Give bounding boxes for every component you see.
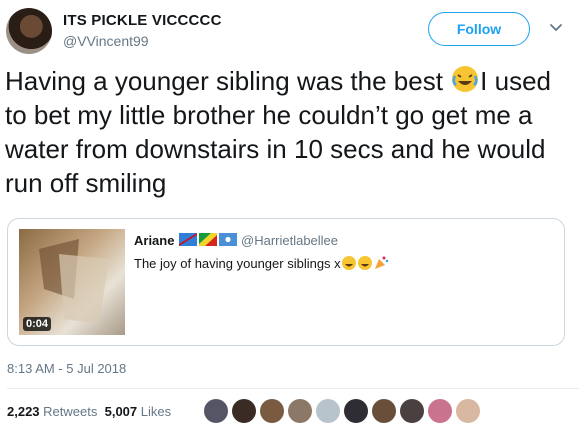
liker-avatar[interactable] <box>400 399 424 423</box>
quoted-text-content: The joy of having younger siblings x <box>134 256 341 271</box>
tweet-text: Having a younger sibling was the best I … <box>5 64 575 200</box>
liker-avatars <box>204 399 480 423</box>
author-display-name[interactable]: ITS PICKLE VICCCCC <box>63 12 222 29</box>
laughing-emoji-icon <box>357 256 372 270</box>
quoted-display-name[interactable]: Ariane <box>134 233 174 248</box>
video-duration: 0:04 <box>23 317 52 331</box>
liker-avatar[interactable] <box>260 399 284 423</box>
quoted-handle[interactable]: @Harrietlabellee <box>241 233 338 248</box>
liker-avatar[interactable] <box>316 399 340 423</box>
likes-count[interactable]: 5,007 <box>105 404 138 419</box>
laughing-emoji-icon <box>341 256 356 270</box>
author-avatar[interactable] <box>6 8 52 54</box>
engagement-stats: 2,223 Retweets 5,007 Likes <box>7 404 171 419</box>
quoted-tweet-text: The joy of having younger siblings x <box>134 255 389 271</box>
chevron-down-icon[interactable] <box>549 21 563 35</box>
laughing-emoji-icon <box>452 66 479 92</box>
tweet-text-part: Having a younger sibling was the best <box>5 66 451 96</box>
author-handle[interactable]: @VVincent99 <box>63 33 149 49</box>
retweets-label[interactable]: Retweets <box>43 404 97 419</box>
quoted-tweet-card[interactable]: 0:04 Ariane @Harrietlabellee The joy of … <box>7 218 565 346</box>
liker-avatar[interactable] <box>372 399 396 423</box>
flag-congo-dr-icon <box>179 233 197 246</box>
flag-icons <box>179 233 237 246</box>
flag-congo-icon <box>199 233 217 246</box>
liker-avatar[interactable] <box>456 399 480 423</box>
retweets-count[interactable]: 2,223 <box>7 404 40 419</box>
likes-label[interactable]: Likes <box>141 404 171 419</box>
flag-somalia-icon <box>219 233 237 246</box>
video-thumbnail[interactable]: 0:04 <box>19 229 125 335</box>
divider <box>7 388 579 389</box>
liker-avatar[interactable] <box>428 399 452 423</box>
follow-button[interactable]: Follow <box>428 12 530 46</box>
liker-avatar[interactable] <box>344 399 368 423</box>
liker-avatar[interactable] <box>204 399 228 423</box>
liker-avatar[interactable] <box>232 399 256 423</box>
party-popper-icon <box>374 256 388 269</box>
liker-avatar[interactable] <box>288 399 312 423</box>
tweet-timestamp[interactable]: 8:13 AM - 5 Jul 2018 <box>7 361 126 376</box>
